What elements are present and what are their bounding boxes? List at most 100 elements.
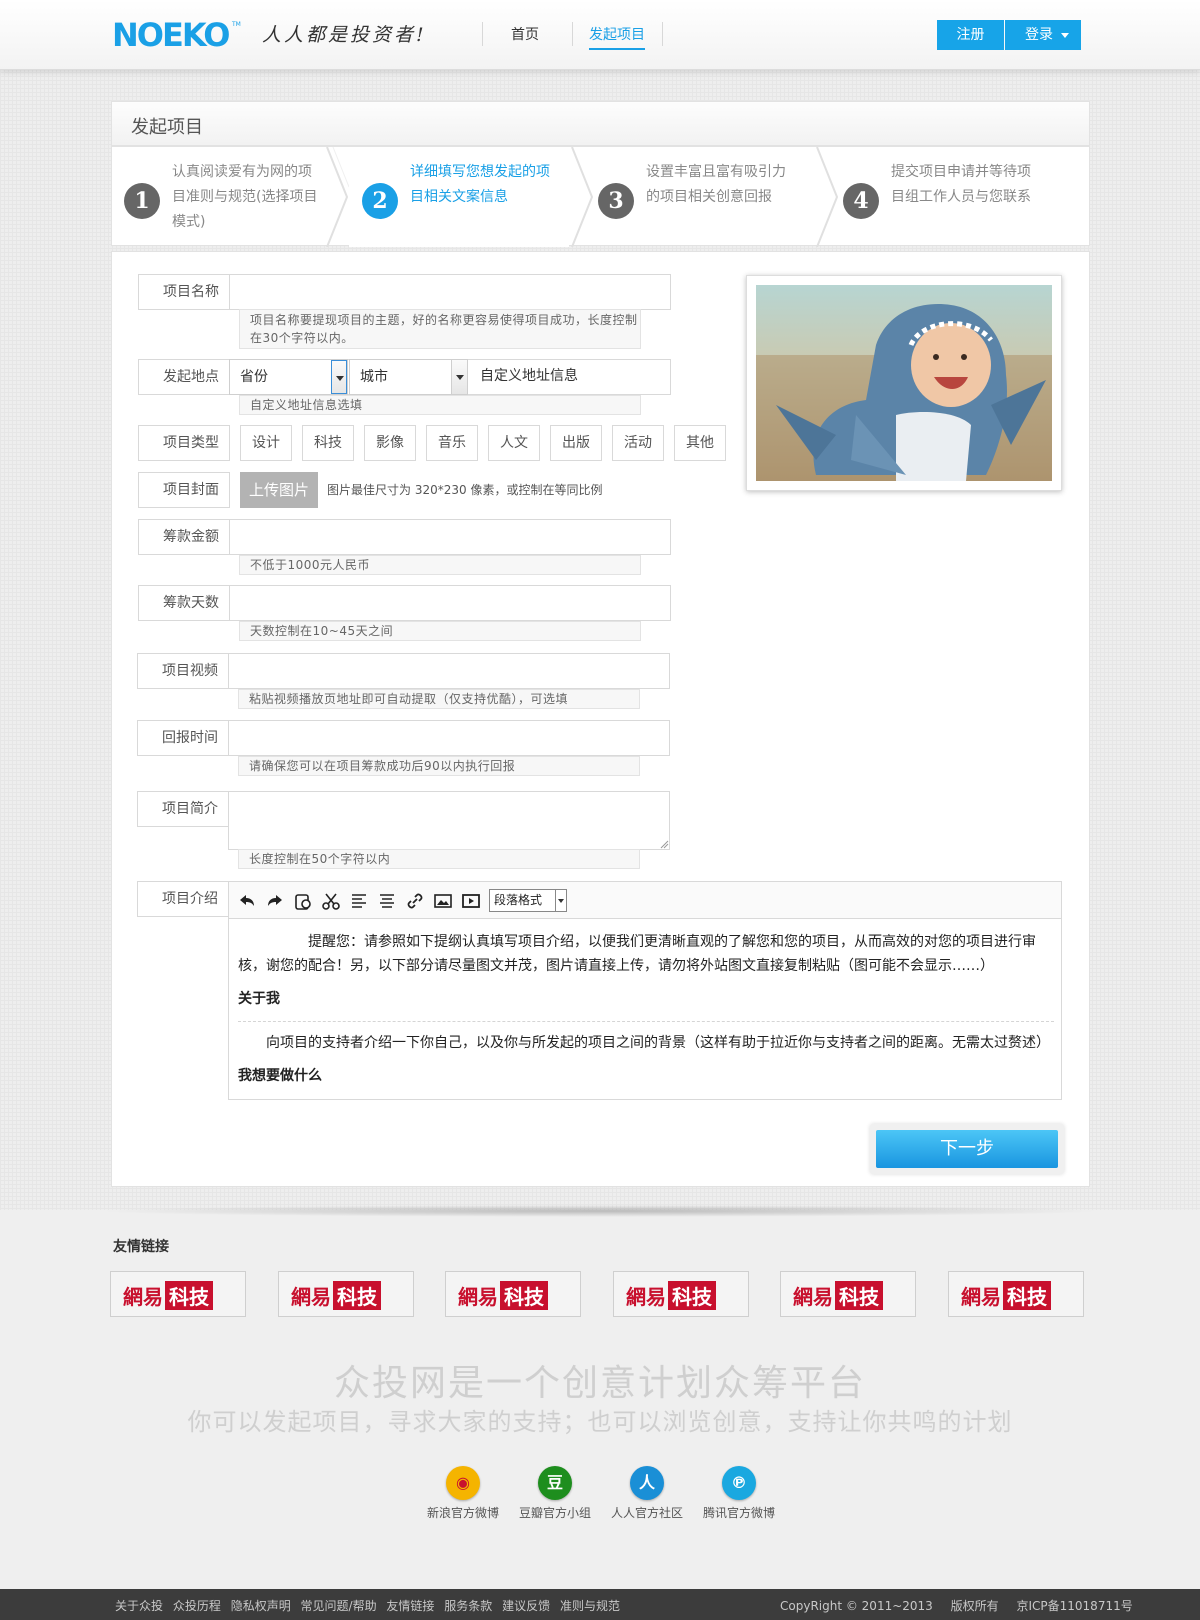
step-divider	[816, 147, 839, 247]
intro-label: 项目介绍	[137, 881, 229, 917]
netease-logo-text: 網易	[793, 1285, 833, 1309]
step-2: 2 详细填写您想发起的项目相关文案信息	[349, 147, 569, 247]
step-text: 提交项目申请并等待项目组工作人员与您联系	[891, 164, 1031, 205]
upload-image-button[interactable]: 上传图片	[240, 472, 318, 508]
name-input[interactable]	[229, 274, 671, 310]
paragraph-format-select[interactable]: 段落格式	[489, 889, 567, 912]
type-option[interactable]: 科技	[302, 425, 354, 461]
video-input[interactable]	[228, 653, 670, 689]
cut-icon[interactable]	[321, 891, 341, 911]
rights: 版权所有	[950, 1599, 999, 1613]
social-link-weibo[interactable]: ◉ 新浪官方微博	[418, 1466, 508, 1521]
rich-text-editor: 段落格式 提醒您：请参照如下提纲认真填写项目介绍，以便我们更清晰直观的了解您和您…	[228, 881, 1062, 1100]
netease-logo-text: 網易	[961, 1285, 1001, 1309]
next-step-button[interactable]: 下一步	[876, 1130, 1058, 1168]
social-label: 人人官方社区	[610, 1506, 683, 1520]
bottom-link-faq[interactable]: 常见问题/帮助	[301, 1599, 377, 1613]
bottom-link-terms[interactable]: 服务条款	[444, 1599, 492, 1613]
social-link-renren[interactable]: 人 人人官方社区	[602, 1466, 692, 1521]
nav-divider	[572, 22, 573, 46]
chevron-down-icon	[451, 360, 467, 394]
type-option[interactable]: 人文	[488, 425, 540, 461]
friend-link-netease-tech[interactable]: 網易 科技	[445, 1271, 581, 1317]
type-option[interactable]: 活动	[612, 425, 664, 461]
cover-preview	[746, 275, 1062, 491]
step-text: 设置丰富且富有吸引力的项目相关创意回报	[646, 164, 786, 205]
type-option[interactable]: 其他	[674, 425, 726, 461]
resize-handle-icon[interactable]	[660, 840, 669, 849]
step-4: 4 提交项目申请并等待项目组工作人员与您联系	[839, 147, 1069, 247]
editor-content[interactable]: 提醒您：请参照如下提纲认真填写项目介绍，以便我们更清晰直观的了解您和您的项目，从…	[238, 930, 1054, 1088]
chevron-down-icon	[331, 360, 347, 394]
bottom-link-history[interactable]: 众投历程	[173, 1599, 221, 1613]
days-label: 筹款天数	[138, 585, 230, 621]
netease-logo-badge: 科技	[333, 1281, 381, 1310]
link-icon[interactable]	[405, 891, 425, 911]
image-icon[interactable]	[433, 891, 453, 911]
step-number: 4	[843, 183, 879, 219]
type-option[interactable]: 音乐	[426, 425, 478, 461]
paste-icon[interactable]	[293, 891, 313, 911]
step-text: 认真阅读爱有为网的项目准则与规范(选择项目模式)	[172, 164, 318, 230]
bottom-link-guidelines[interactable]: 准则与规范	[560, 1599, 620, 1613]
friend-link-netease-tech[interactable]: 網易 科技	[780, 1271, 916, 1317]
step-divider	[571, 147, 594, 247]
footer-tagline-sub: 你可以发起项目，寻求大家的支持；也可以浏览创意，支持让你共鸣的计划	[187, 1408, 1013, 1436]
video-label: 项目视频	[137, 653, 229, 689]
nav-start-project[interactable]: 发起项目	[589, 24, 645, 50]
video-hint: 粘贴视频播放页地址即可自动提取（仅支持优酷），可选填	[238, 689, 640, 709]
bottom-link-about[interactable]: 关于众投	[115, 1599, 163, 1613]
netease-logo-badge: 科技	[165, 1281, 213, 1310]
custom-address-input[interactable]: 自定义地址信息	[470, 359, 671, 395]
name-label: 项目名称	[138, 274, 230, 310]
editor-toolbar: 段落格式	[229, 882, 1061, 919]
step-number: 3	[598, 183, 634, 219]
name-hint: 项目名称要提现项目的主题，好的名称更容易使得项目成功，长度控制在30个字符以内。	[239, 309, 641, 349]
friend-link-netease-tech[interactable]: 網易 科技	[613, 1271, 749, 1317]
summary-textarea[interactable]	[228, 791, 670, 850]
social-link-douban[interactable]: 豆 豆瓣官方小组	[510, 1466, 600, 1521]
type-label: 项目类型	[138, 425, 230, 461]
type-option[interactable]: 设计	[240, 425, 292, 461]
top-header: NOEKO TM 人人都是投资者! 首页 发起项目 注册 登录	[0, 0, 1200, 70]
reward-time-input[interactable]	[228, 720, 670, 756]
site-logo[interactable]: NOEKO TM	[112, 16, 242, 52]
friend-link-netease-tech[interactable]: 網易 科技	[948, 1271, 1084, 1317]
days-input[interactable]	[229, 585, 671, 621]
editor-paragraph: 向项目的支持者介绍一下你自己，以及你与所发起的项目之间的背景（这样有助于拉近你与…	[266, 1035, 1050, 1051]
register-button[interactable]: 注册	[937, 20, 1004, 50]
friend-link-netease-tech[interactable]: 網易 科技	[110, 1271, 246, 1317]
bottom-link-feedback[interactable]: 建议反馈	[502, 1599, 550, 1613]
netease-logo-text: 網易	[626, 1285, 666, 1309]
video-icon[interactable]	[461, 891, 481, 911]
section-shadow	[95, 1205, 1105, 1217]
social-link-tencent-weibo[interactable]: ℗ 腾讯官方微博	[694, 1466, 784, 1521]
friend-link-netease-tech[interactable]: 網易 科技	[278, 1271, 414, 1317]
type-option[interactable]: 影像	[364, 425, 416, 461]
chevron-down-icon	[1061, 33, 1069, 38]
step-number: 1	[124, 183, 160, 219]
align-center-icon[interactable]	[377, 891, 397, 911]
amount-input[interactable]	[229, 519, 671, 555]
city-select[interactable]: 城市	[349, 359, 468, 395]
slogan: 人人都是投资者!	[262, 24, 427, 46]
redo-icon[interactable]	[265, 891, 285, 911]
amount-hint: 不低于1000元人民币	[239, 555, 641, 575]
bottom-link-privacy[interactable]: 隐私权声明	[231, 1599, 291, 1613]
align-left-icon[interactable]	[349, 891, 369, 911]
footer-tagline-main: 众投网是一个创意计划众筹平台	[333, 1363, 866, 1404]
tencent-weibo-icon: ℗	[722, 1466, 756, 1500]
bottom-link-friends[interactable]: 友情链接	[386, 1599, 434, 1613]
login-button[interactable]: 登录	[1005, 20, 1081, 50]
province-select[interactable]: 省份	[229, 359, 348, 395]
nav-home[interactable]: 首页	[511, 24, 539, 44]
undo-icon[interactable]	[237, 891, 257, 911]
netease-logo-badge: 科技	[500, 1281, 548, 1310]
city-value: 城市	[360, 369, 388, 385]
netease-logo-text: 網易	[291, 1285, 331, 1309]
type-option[interactable]: 出版	[550, 425, 602, 461]
province-value: 省份	[240, 369, 268, 385]
icp-number[interactable]: 京ICP备11018711号	[1016, 1599, 1132, 1613]
svg-text:TM: TM	[231, 21, 241, 28]
nav-divider	[482, 22, 483, 46]
